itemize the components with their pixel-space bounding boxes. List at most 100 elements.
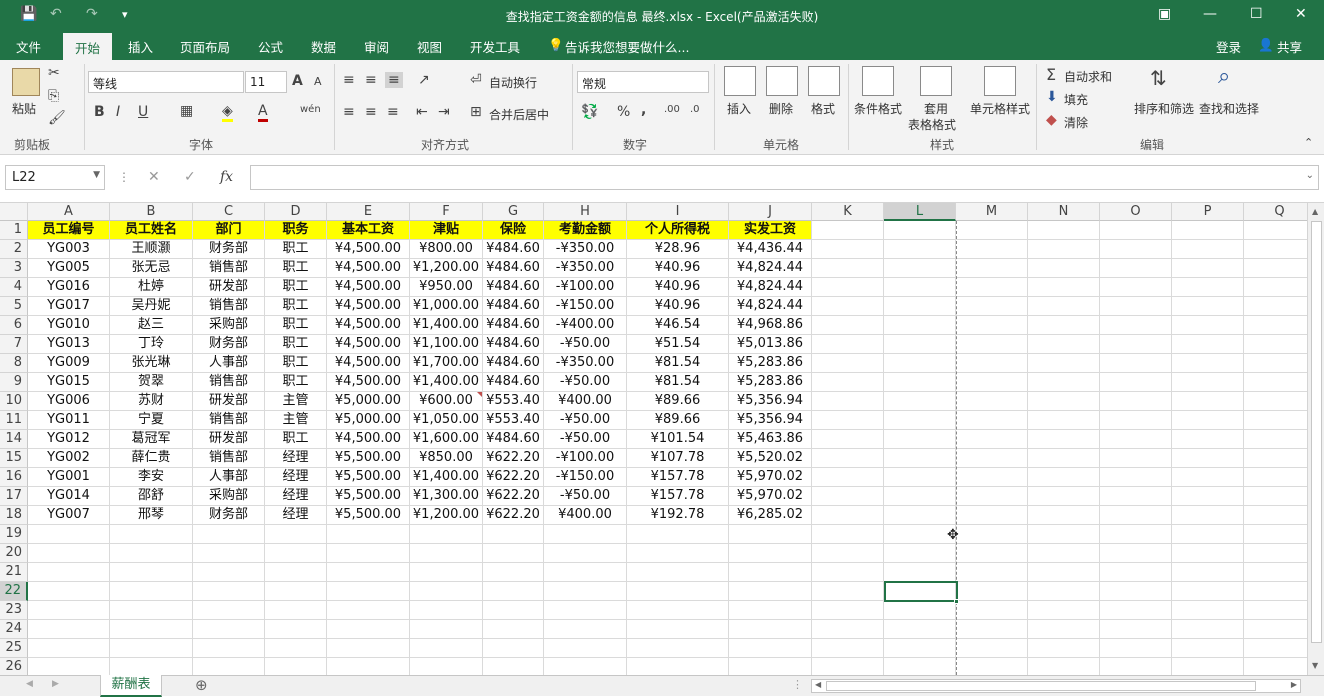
empty-cell[interactable] xyxy=(1028,259,1100,278)
empty-cell[interactable] xyxy=(884,639,956,658)
wrap-text-icon[interactable]: ⏎ xyxy=(470,72,482,88)
paste-icon[interactable] xyxy=(12,68,40,96)
empty-cell[interactable] xyxy=(1028,411,1100,430)
sign-in-link[interactable]: 登录 xyxy=(1216,37,1241,56)
data-cell[interactable]: ¥400.00 xyxy=(544,392,627,411)
empty-cell[interactable] xyxy=(884,506,956,525)
data-cell[interactable]: ¥5,283.86 xyxy=(729,373,812,392)
empty-cell[interactable] xyxy=(544,563,627,582)
empty-cell[interactable] xyxy=(327,582,410,601)
data-cell[interactable]: 人事部 xyxy=(193,468,265,487)
empty-cell[interactable] xyxy=(1244,487,1307,506)
empty-cell[interactable] xyxy=(1172,449,1244,468)
empty-cell[interactable] xyxy=(1172,335,1244,354)
empty-cell[interactable] xyxy=(193,563,265,582)
cell-styles-button[interactable]: 单元格样式 xyxy=(970,100,1030,117)
empty-cell[interactable] xyxy=(483,582,544,601)
empty-cell[interactable] xyxy=(884,392,956,411)
data-cell[interactable]: ¥622.20 xyxy=(483,506,544,525)
empty-cell[interactable] xyxy=(1100,563,1172,582)
data-cell[interactable]: ¥484.60 xyxy=(483,373,544,392)
header-cell[interactable]: 员工姓名 xyxy=(110,221,193,240)
data-cell[interactable]: ¥1,400.00 xyxy=(410,373,483,392)
empty-cell[interactable] xyxy=(410,639,483,658)
empty-cell[interactable] xyxy=(1172,373,1244,392)
row-header[interactable]: 23 xyxy=(0,601,28,620)
empty-cell[interactable] xyxy=(884,259,956,278)
empty-cell[interactable] xyxy=(265,658,327,675)
data-cell[interactable]: ¥40.96 xyxy=(627,297,729,316)
data-cell[interactable]: ¥192.78 xyxy=(627,506,729,525)
data-cell[interactable]: 邵舒 xyxy=(110,487,193,506)
column-header[interactable]: N xyxy=(1028,203,1100,221)
empty-cell[interactable] xyxy=(1100,430,1172,449)
empty-cell[interactable] xyxy=(812,316,884,335)
empty-cell[interactable] xyxy=(1100,297,1172,316)
fill-handle[interactable] xyxy=(954,599,959,604)
empty-cell[interactable] xyxy=(483,563,544,582)
empty-cell[interactable] xyxy=(1172,620,1244,639)
empty-cell[interactable] xyxy=(410,658,483,675)
empty-cell[interactable] xyxy=(1028,297,1100,316)
column-header[interactable]: C xyxy=(193,203,265,221)
data-cell[interactable]: ¥101.54 xyxy=(627,430,729,449)
empty-cell[interactable] xyxy=(812,221,884,240)
data-cell[interactable]: 杜婷 xyxy=(110,278,193,297)
select-all-corner[interactable] xyxy=(0,203,28,221)
empty-cell[interactable] xyxy=(1028,278,1100,297)
empty-cell[interactable] xyxy=(410,525,483,544)
data-cell[interactable]: -¥50.00 xyxy=(544,411,627,430)
data-cell[interactable]: ¥1,300.00 xyxy=(410,487,483,506)
header-cell[interactable]: 基本工资 xyxy=(327,221,410,240)
data-cell[interactable]: 吴丹妮 xyxy=(110,297,193,316)
empty-cell[interactable] xyxy=(1028,335,1100,354)
empty-cell[interactable] xyxy=(1028,449,1100,468)
row-header[interactable]: 14 xyxy=(0,430,28,449)
empty-cell[interactable] xyxy=(1100,620,1172,639)
empty-cell[interactable] xyxy=(956,430,1028,449)
data-cell[interactable]: 苏财 xyxy=(110,392,193,411)
data-cell[interactable]: ¥553.40 xyxy=(483,392,544,411)
tab-formulas[interactable]: 公式 xyxy=(258,37,283,56)
empty-cell[interactable] xyxy=(1100,411,1172,430)
data-cell[interactable]: -¥50.00 xyxy=(544,373,627,392)
empty-cell[interactable] xyxy=(956,563,1028,582)
empty-cell[interactable] xyxy=(1028,392,1100,411)
empty-cell[interactable] xyxy=(956,411,1028,430)
empty-cell[interactable] xyxy=(1244,430,1307,449)
data-cell[interactable]: YG007 xyxy=(28,506,110,525)
header-cell[interactable]: 个人所得税 xyxy=(627,221,729,240)
border-icon[interactable]: ▦ xyxy=(180,103,193,119)
data-cell[interactable]: ¥4,500.00 xyxy=(327,259,410,278)
data-cell[interactable]: ¥5,500.00 xyxy=(327,468,410,487)
empty-cell[interactable] xyxy=(627,582,729,601)
empty-cell[interactable] xyxy=(28,601,110,620)
empty-cell[interactable] xyxy=(884,335,956,354)
empty-cell[interactable] xyxy=(265,620,327,639)
data-cell[interactable]: ¥5,500.00 xyxy=(327,506,410,525)
data-cell[interactable]: YG001 xyxy=(28,468,110,487)
fill-color-icon[interactable]: ◈ xyxy=(222,103,233,122)
data-cell[interactable]: ¥5,970.02 xyxy=(729,468,812,487)
empty-cell[interactable] xyxy=(1028,487,1100,506)
empty-cell[interactable] xyxy=(1100,354,1172,373)
row-header[interactable]: 22 xyxy=(0,582,28,601)
data-cell[interactable]: ¥1,400.00 xyxy=(410,316,483,335)
empty-cell[interactable] xyxy=(1172,221,1244,240)
empty-cell[interactable] xyxy=(956,544,1028,563)
empty-cell[interactable] xyxy=(1100,278,1172,297)
empty-cell[interactable] xyxy=(884,525,956,544)
empty-cell[interactable] xyxy=(956,601,1028,620)
empty-cell[interactable] xyxy=(1028,506,1100,525)
italic-button[interactable]: I xyxy=(116,104,120,120)
empty-cell[interactable] xyxy=(956,449,1028,468)
data-cell[interactable]: 职工 xyxy=(265,297,327,316)
data-cell[interactable]: -¥50.00 xyxy=(544,335,627,354)
empty-cell[interactable] xyxy=(1244,392,1307,411)
data-cell[interactable]: 采购部 xyxy=(193,316,265,335)
align-bottom-icon[interactable]: ≡ xyxy=(385,72,403,88)
empty-cell[interactable] xyxy=(1172,563,1244,582)
data-cell[interactable]: ¥484.60 xyxy=(483,259,544,278)
clear-icon[interactable]: ◆ xyxy=(1046,112,1057,128)
empty-cell[interactable] xyxy=(1100,601,1172,620)
